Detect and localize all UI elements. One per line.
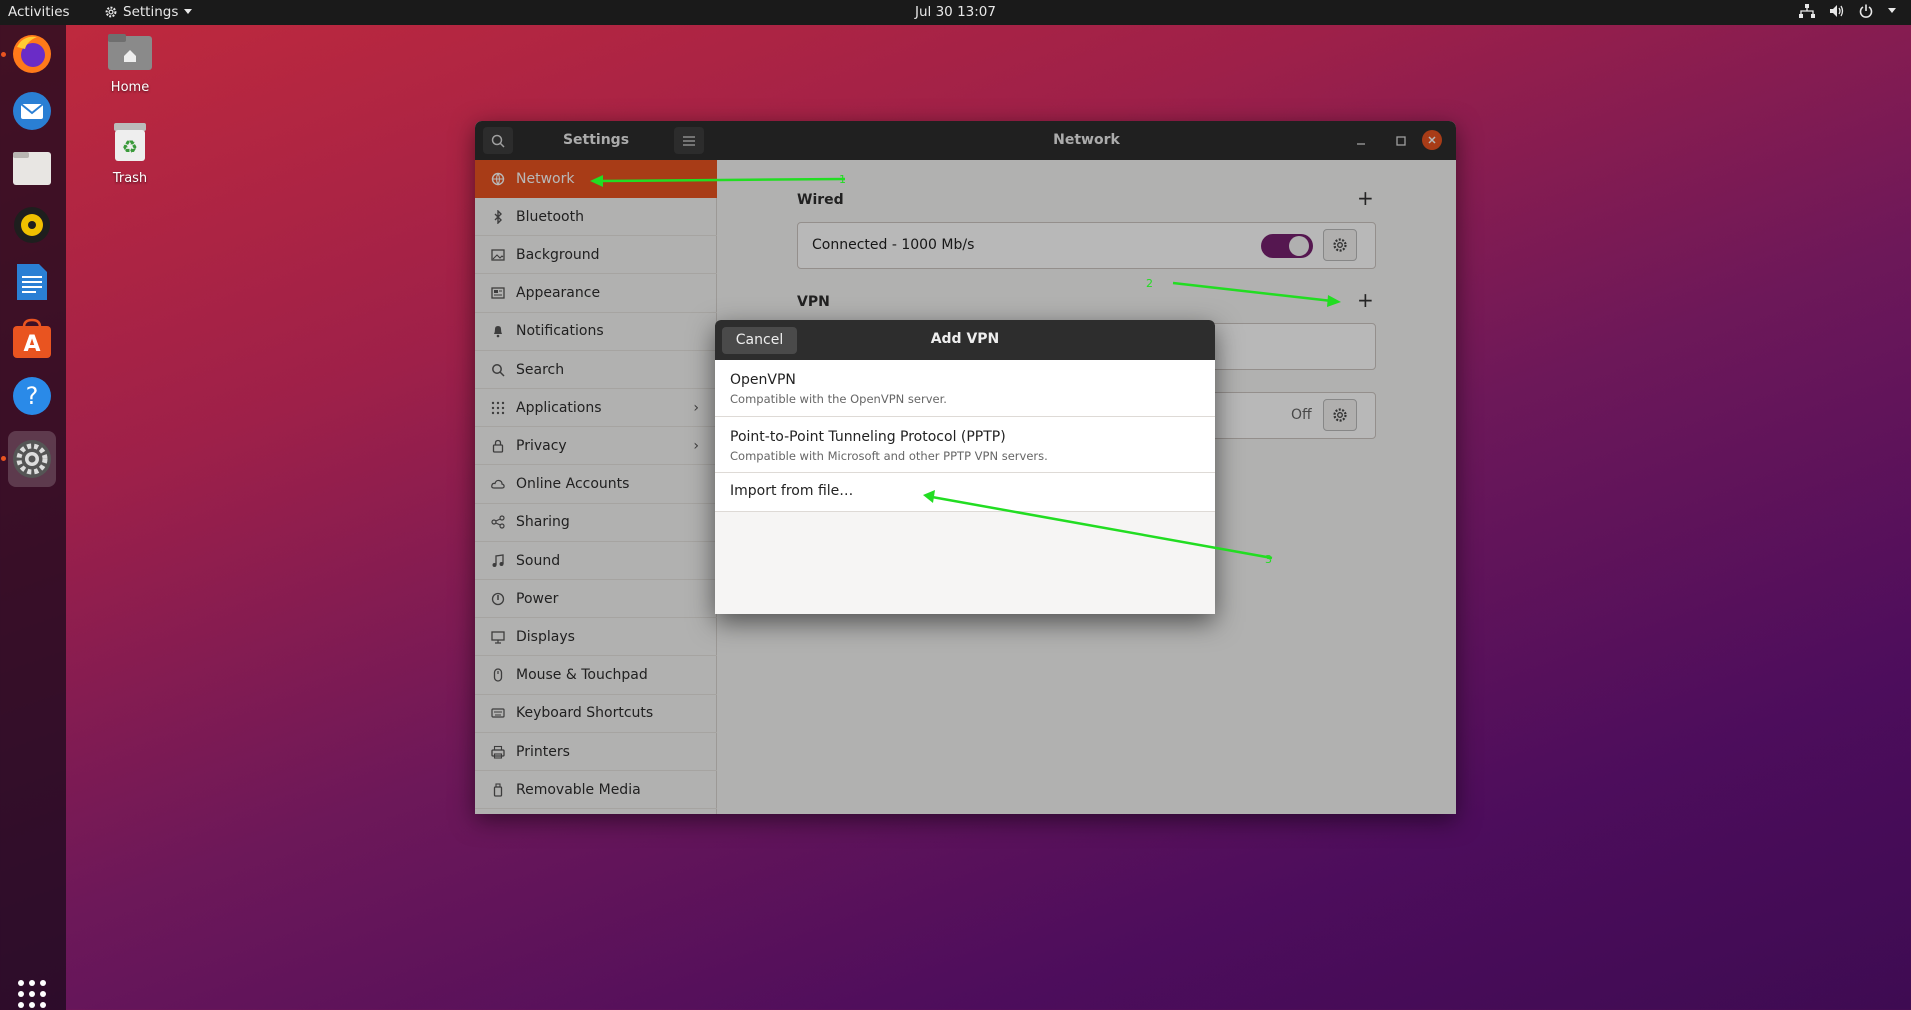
settings-launcher[interactable] [8, 431, 56, 487]
desktop-trash[interactable]: ♻ Trash [90, 121, 170, 186]
desktop-home[interactable]: Home [90, 32, 170, 95]
chevron-down-icon [1888, 8, 1896, 13]
power-icon [1859, 4, 1873, 18]
svg-text:A: A [23, 332, 40, 357]
thunderbird-launcher[interactable] [8, 87, 56, 135]
system-tray[interactable] [1799, 4, 1897, 18]
settings-icon [13, 440, 51, 478]
clock[interactable]: Jul 30 13:07 [0, 4, 1911, 20]
network-icon [1799, 4, 1815, 18]
option-title: OpenVPN [730, 372, 796, 388]
help-icon: ? [13, 377, 51, 415]
desktop-trash-label: Trash [112, 171, 148, 186]
writer-launcher[interactable] [8, 258, 56, 306]
dock: A ? [0, 25, 66, 1010]
vpn-option-openvpn[interactable]: OpenVPN Compatible with the OpenVPN serv… [715, 360, 1215, 417]
option-subtitle: Compatible with Microsoft and other PPTP… [730, 449, 1048, 463]
firefox-launcher[interactable] [8, 30, 56, 78]
software-launcher[interactable]: A [8, 315, 56, 363]
volume-icon [1830, 5, 1844, 17]
help-launcher[interactable]: ? [8, 372, 56, 420]
dialog-title: Add VPN [930, 331, 1000, 347]
rhythmbox-icon [14, 207, 50, 243]
add-vpn-dialog: Cancel Add VPN OpenVPN Compatible with t… [715, 320, 1215, 614]
files-icon [13, 152, 51, 185]
rhythmbox-launcher[interactable] [8, 201, 56, 249]
desktop-home-label: Home [110, 80, 150, 95]
option-title: Import from file… [730, 483, 854, 499]
running-indicator [1, 52, 6, 57]
top-bar: Activities Settings Jul 30 13:07 [0, 0, 1911, 25]
running-indicator [1, 456, 6, 461]
show-applications-button[interactable] [8, 970, 56, 1010]
svg-text:♻: ♻ [122, 137, 138, 158]
vpn-option-import[interactable]: Import from file… [715, 473, 1215, 512]
files-launcher[interactable] [8, 144, 56, 192]
firefox-icon [13, 35, 51, 73]
libreoffice-writer-icon [17, 264, 47, 300]
option-title: Point-to-Point Tunneling Protocol (PPTP) [730, 429, 1006, 445]
trash-icon: ♻ [114, 123, 146, 161]
vpn-option-pptp[interactable]: Point-to-Point Tunneling Protocol (PPTP)… [715, 417, 1215, 473]
option-subtitle: Compatible with the OpenVPN server. [730, 392, 947, 406]
svg-text:?: ? [26, 382, 39, 410]
dialog-header: Cancel Add VPN [715, 320, 1215, 360]
grid-icon [18, 980, 46, 1008]
thunderbird-icon [13, 92, 51, 130]
software-icon: A [13, 318, 51, 358]
home-folder-icon [108, 34, 152, 70]
